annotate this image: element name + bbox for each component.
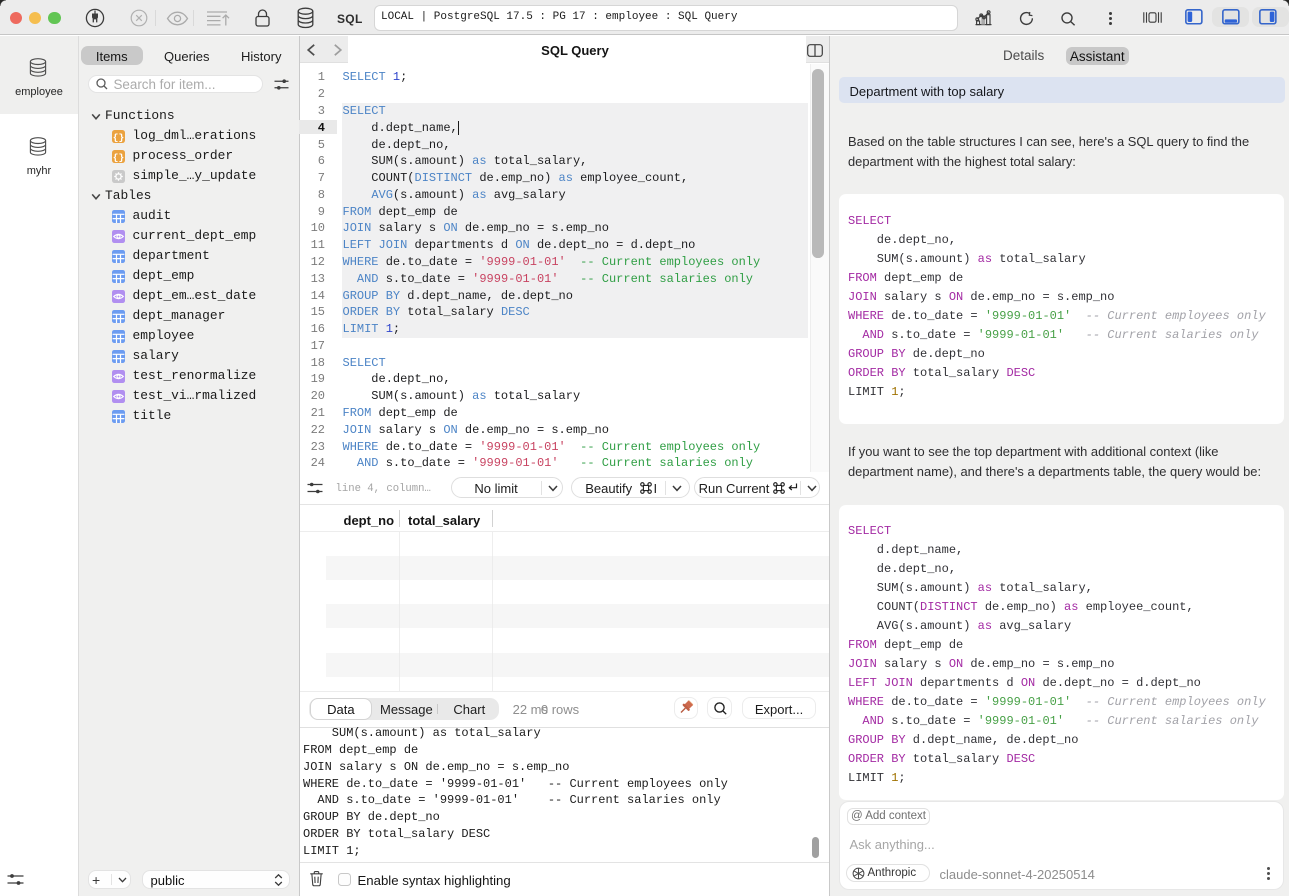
svg-text:{}: {} xyxy=(112,131,123,142)
svg-text:{}: {} xyxy=(112,151,123,162)
